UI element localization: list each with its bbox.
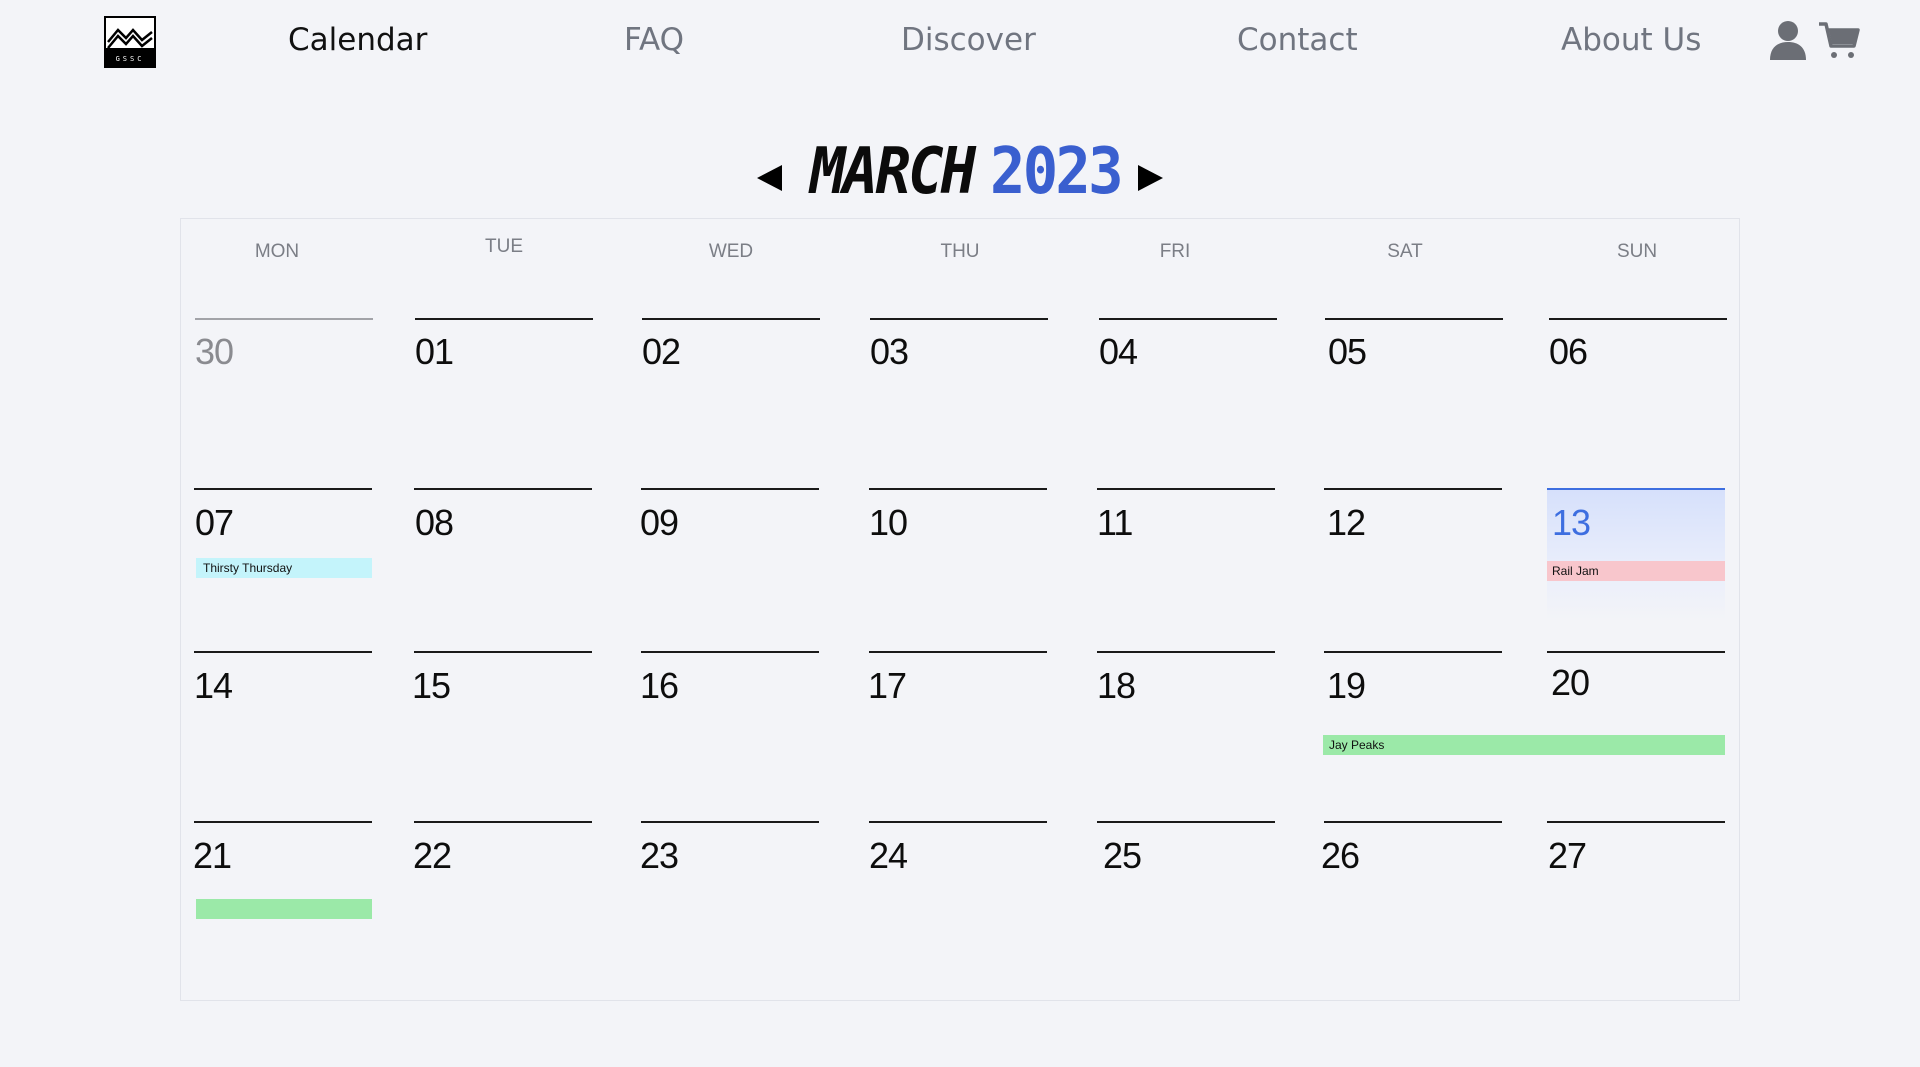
cell-divider <box>641 651 819 653</box>
nav-calendar[interactable]: Calendar <box>288 22 427 58</box>
day-cell[interactable]: 03 <box>870 334 909 370</box>
day-cell[interactable]: 20 <box>1551 665 1590 701</box>
next-month-button[interactable] <box>1134 162 1166 194</box>
cell-divider <box>1325 318 1503 320</box>
cell-divider <box>1324 651 1502 653</box>
cell-divider <box>1324 488 1502 490</box>
weekday-wed: WED <box>708 241 754 262</box>
day-cell[interactable]: 10 <box>869 505 908 541</box>
day-cell[interactable]: 30 <box>195 334 234 370</box>
day-cell[interactable]: 23 <box>640 838 679 874</box>
event-jay-peaks[interactable]: Jay Peaks <box>1323 735 1725 755</box>
cell-divider <box>869 488 1047 490</box>
weekday-fri: FRI <box>1159 241 1191 262</box>
day-cell[interactable]: 04 <box>1099 334 1138 370</box>
day-cell[interactable]: 24 <box>869 838 908 874</box>
cell-divider <box>1547 821 1725 823</box>
day-cell[interactable]: 01 <box>415 334 454 370</box>
day-cell[interactable]: 15 <box>412 668 451 704</box>
logo[interactable]: GSSC <box>104 16 156 68</box>
year: 2023 <box>990 135 1124 209</box>
cell-divider <box>194 488 372 490</box>
weekday-sun: SUN <box>1616 241 1658 262</box>
cell-divider <box>1097 651 1275 653</box>
month-year-title: MARCH 2023 <box>810 132 1124 212</box>
nav-contact[interactable]: Contact <box>1237 22 1358 58</box>
day-cell[interactable]: 17 <box>868 668 907 704</box>
cell-divider <box>641 821 819 823</box>
cell-divider <box>415 318 593 320</box>
cell-divider <box>414 651 592 653</box>
day-cell[interactable]: 11 <box>1097 505 1133 541</box>
weekday-sat: SAT <box>1387 241 1423 262</box>
cell-divider <box>1099 318 1277 320</box>
nav-faq[interactable]: FAQ <box>624 22 684 58</box>
day-cell[interactable]: 05 <box>1328 334 1367 370</box>
day-cell[interactable]: 27 <box>1548 838 1587 874</box>
day-cell[interactable]: 26 <box>1321 838 1360 874</box>
nav-discover[interactable]: Discover <box>901 22 1036 58</box>
nav-about-us[interactable]: About Us <box>1561 22 1701 58</box>
cell-divider <box>641 488 819 490</box>
weekday-mon: MON <box>254 241 300 262</box>
cart-icon[interactable] <box>1818 20 1860 60</box>
cell-divider <box>869 651 1047 653</box>
day-cell[interactable]: 14 <box>194 668 233 704</box>
day-cell[interactable]: 09 <box>640 505 679 541</box>
cell-divider <box>870 318 1048 320</box>
day-cell[interactable]: 12 <box>1327 505 1366 541</box>
event-thirsty-thursday[interactable]: Thirsty Thursday <box>196 558 372 578</box>
cell-divider <box>194 821 372 823</box>
day-cell[interactable]: 22 <box>413 838 452 874</box>
day-cell[interactable]: 06 <box>1549 334 1588 370</box>
cell-divider <box>194 651 372 653</box>
day-cell[interactable]: 07 <box>195 505 234 541</box>
logo-text: GSSC <box>116 55 145 63</box>
month-name: MARCH <box>810 135 976 209</box>
prev-month-button[interactable] <box>754 162 786 194</box>
cell-divider <box>1324 821 1502 823</box>
day-cell[interactable]: 16 <box>640 668 679 704</box>
cell-divider <box>869 821 1047 823</box>
day-cell[interactable]: 02 <box>642 334 681 370</box>
logo-mountain-icon: GSSC <box>106 18 154 66</box>
calendar-grid <box>180 218 1740 1001</box>
cell-divider <box>1549 318 1727 320</box>
cell-divider <box>1097 821 1275 823</box>
cell-divider <box>414 821 592 823</box>
day-cell[interactable]: 25 <box>1103 838 1142 874</box>
event-jay-peaks-continued[interactable] <box>196 899 372 919</box>
weekday-thu: THU <box>940 241 980 262</box>
cell-divider-today <box>1547 488 1725 490</box>
user-icon[interactable] <box>1769 20 1807 60</box>
day-cell[interactable]: 21 <box>193 838 232 874</box>
day-cell-today[interactable]: 13 <box>1552 505 1591 541</box>
day-cell[interactable]: 18 <box>1097 668 1136 704</box>
cell-divider <box>1097 488 1275 490</box>
cell-divider <box>414 488 592 490</box>
cell-divider <box>195 318 373 320</box>
cell-divider <box>642 318 820 320</box>
day-cell[interactable]: 19 <box>1327 668 1366 704</box>
weekday-tue: TUE <box>485 236 523 257</box>
event-rail-jam[interactable]: Rail Jam <box>1547 561 1725 581</box>
cell-divider <box>1547 651 1725 653</box>
day-cell[interactable]: 08 <box>415 505 454 541</box>
